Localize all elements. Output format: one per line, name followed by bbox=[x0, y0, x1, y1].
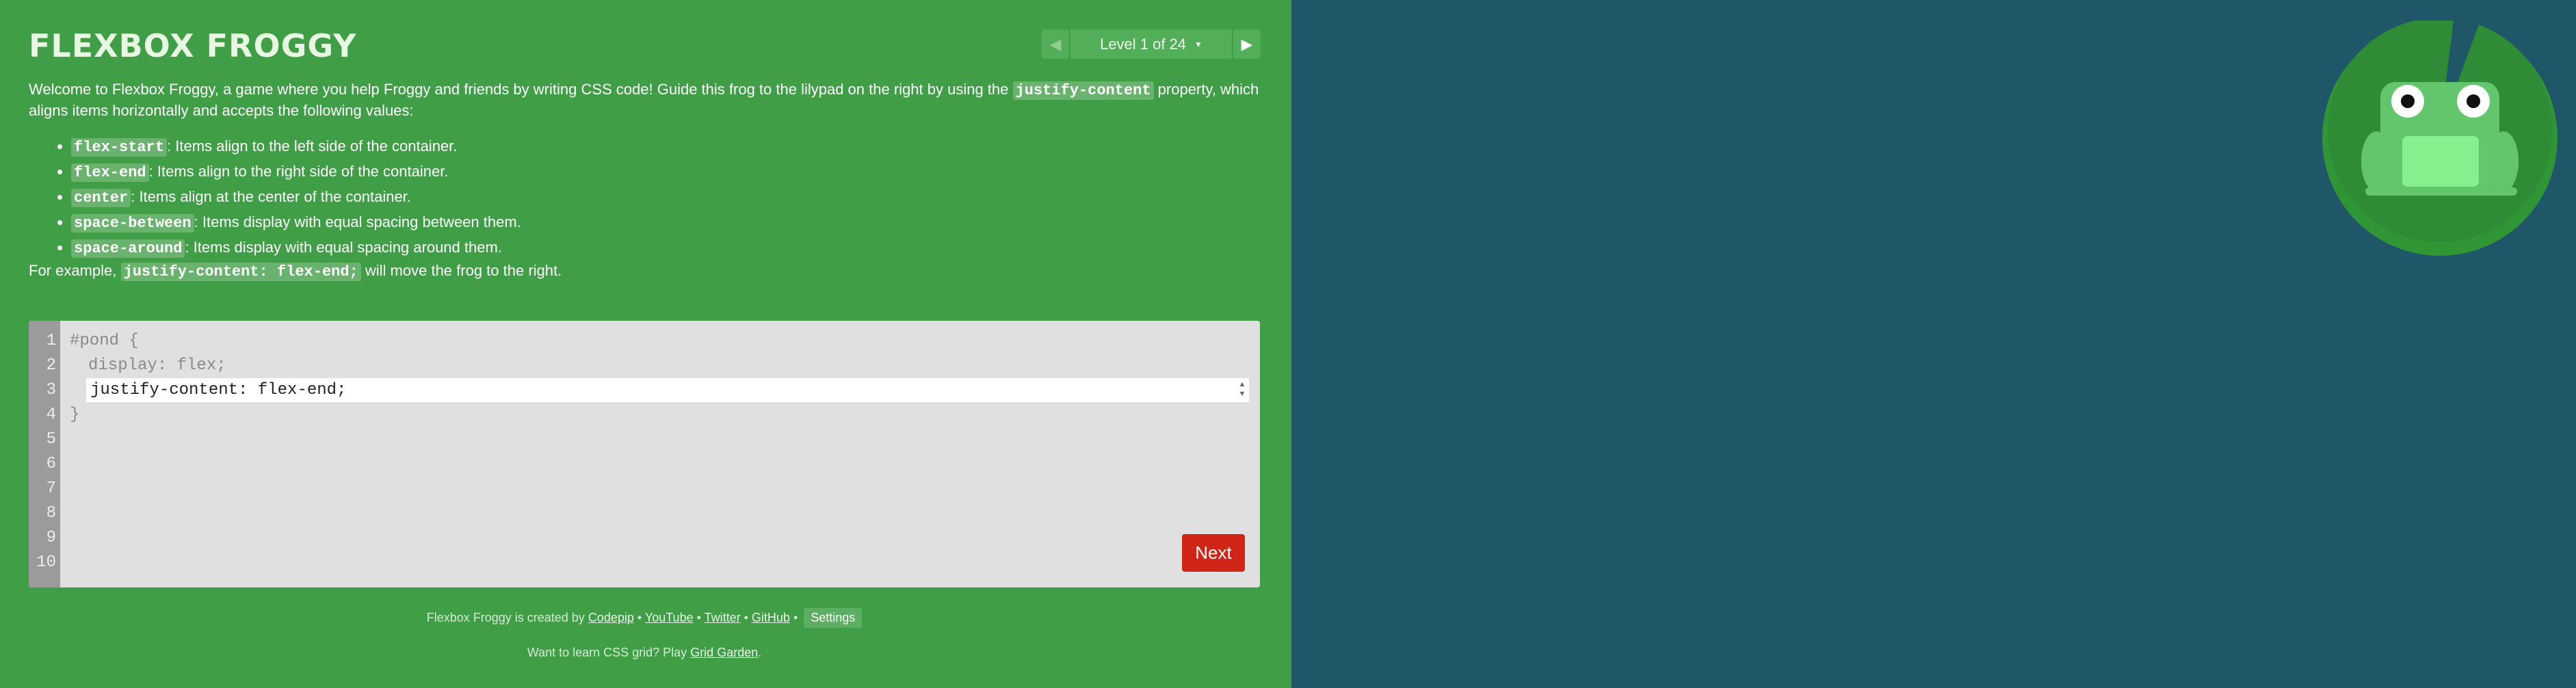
separator: • bbox=[740, 611, 752, 624]
value-description: : Items display with equal spacing aroun… bbox=[185, 239, 502, 256]
example-code: justify-content: flex-end; bbox=[120, 263, 361, 281]
separator: • bbox=[693, 611, 705, 624]
github-link[interactable]: GitHub bbox=[752, 611, 790, 624]
line-number: 4 bbox=[46, 406, 56, 424]
line-number: 8 bbox=[46, 504, 56, 522]
instructions: Welcome to Flexbox Froggy, a game where … bbox=[29, 79, 1260, 282]
chevron-up-icon[interactable]: ▲ bbox=[1237, 380, 1248, 389]
value-description: : Items align at the center of the conta… bbox=[131, 188, 411, 205]
values-list: flex-start: Items align to the left side… bbox=[29, 134, 1260, 261]
separator: • bbox=[789, 611, 802, 624]
grid-garden-promo: Want to learn CSS grid? Play Grid Garden… bbox=[29, 646, 1260, 660]
value-code: flex-end bbox=[71, 163, 149, 182]
value-code: space-around bbox=[71, 239, 185, 258]
settings-button[interactable]: Settings bbox=[804, 608, 863, 628]
triangle-left-icon: ◀ bbox=[1049, 35, 1062, 53]
next-button[interactable]: Next bbox=[1182, 534, 1245, 572]
code-line-display: display: flex; bbox=[88, 356, 226, 375]
example-text: For example, bbox=[29, 262, 121, 279]
promo-text: Want to learn CSS grid? Play bbox=[527, 646, 691, 659]
example-text-end: will move the frog to the right. bbox=[360, 262, 562, 279]
credits: Flexbox Froggy is created by Codepip • Y… bbox=[29, 608, 1260, 628]
line-number: 3 bbox=[46, 381, 56, 399]
example-paragraph: For example, justify-content: flex-end; … bbox=[29, 261, 1260, 282]
line-number-gutter: 1 2 3 4 5 6 7 8 9 10 bbox=[29, 321, 60, 587]
intro-paragraph: Welcome to Flexbox Froggy, a game where … bbox=[29, 79, 1260, 120]
list-item: space-between: Items display with equal … bbox=[71, 210, 1260, 235]
code-line-selector: #pond { bbox=[70, 332, 139, 350]
level-indicator[interactable]: Level 1 of 24 ▼ bbox=[1070, 29, 1232, 59]
game-title: FLEXBOX FROGGY bbox=[29, 27, 357, 64]
value-description: : Items display with equal spacing betwe… bbox=[194, 213, 521, 230]
list-item: flex-end: Items align to the right side … bbox=[71, 159, 1260, 185]
level-navigation: ◀ Level 1 of 24 ▼ ▶ bbox=[1042, 29, 1261, 59]
value-code: flex-start bbox=[71, 138, 168, 157]
line-number: 10 bbox=[36, 553, 56, 572]
line-number: 1 bbox=[46, 332, 56, 350]
next-level-button[interactable]: ▶ bbox=[1233, 29, 1261, 59]
triangle-right-icon: ▶ bbox=[1241, 35, 1253, 53]
level-label: Level 1 of 24 bbox=[1100, 35, 1187, 53]
list-item: flex-start: Items align to the left side… bbox=[71, 134, 1260, 159]
input-stepper[interactable]: ▲ ▼ bbox=[1237, 380, 1248, 399]
property-code: justify-content bbox=[1012, 81, 1154, 100]
line-number: 5 bbox=[46, 430, 56, 449]
codepip-link[interactable]: Codepip bbox=[588, 611, 634, 624]
line-number: 9 bbox=[46, 529, 56, 547]
line-number: 7 bbox=[46, 479, 56, 498]
code-line-close: } bbox=[70, 406, 80, 424]
value-description: : Items align to the right side of the c… bbox=[148, 163, 449, 180]
previous-level-button[interactable]: ◀ bbox=[1042, 29, 1069, 59]
frog-icon bbox=[2361, 82, 2519, 196]
credits-text: Flexbox Froggy is created by bbox=[426, 611, 588, 624]
caret-down-icon: ▼ bbox=[1194, 39, 1202, 49]
value-code: center bbox=[71, 189, 131, 207]
code-input[interactable] bbox=[86, 378, 1249, 402]
code-editor: 1 2 3 4 5 6 7 8 9 10 #pond { display: fl… bbox=[29, 321, 1260, 587]
list-item: center: Items align at the center of the… bbox=[71, 185, 1260, 210]
sidebar: FLEXBOX FROGGY ◀ Level 1 of 24 ▼ ▶ Welco… bbox=[0, 0, 1291, 688]
value-code: space-between bbox=[71, 214, 194, 233]
grid-garden-link[interactable]: Grid Garden bbox=[690, 646, 758, 659]
list-item: space-around: Items display with equal s… bbox=[71, 235, 1260, 261]
line-number: 2 bbox=[46, 356, 56, 375]
value-description: : Items align to the left side of the co… bbox=[167, 137, 458, 155]
separator: • bbox=[633, 611, 645, 624]
youtube-link[interactable]: YouTube bbox=[645, 611, 694, 624]
promo-suffix: . bbox=[758, 646, 762, 659]
intro-text: Welcome to Flexbox Froggy, a game where … bbox=[29, 81, 1013, 98]
lilypad-with-frog bbox=[2322, 21, 2558, 256]
twitter-link[interactable]: Twitter bbox=[705, 611, 741, 624]
chevron-down-icon[interactable]: ▼ bbox=[1237, 389, 1248, 399]
line-number: 6 bbox=[46, 455, 56, 473]
